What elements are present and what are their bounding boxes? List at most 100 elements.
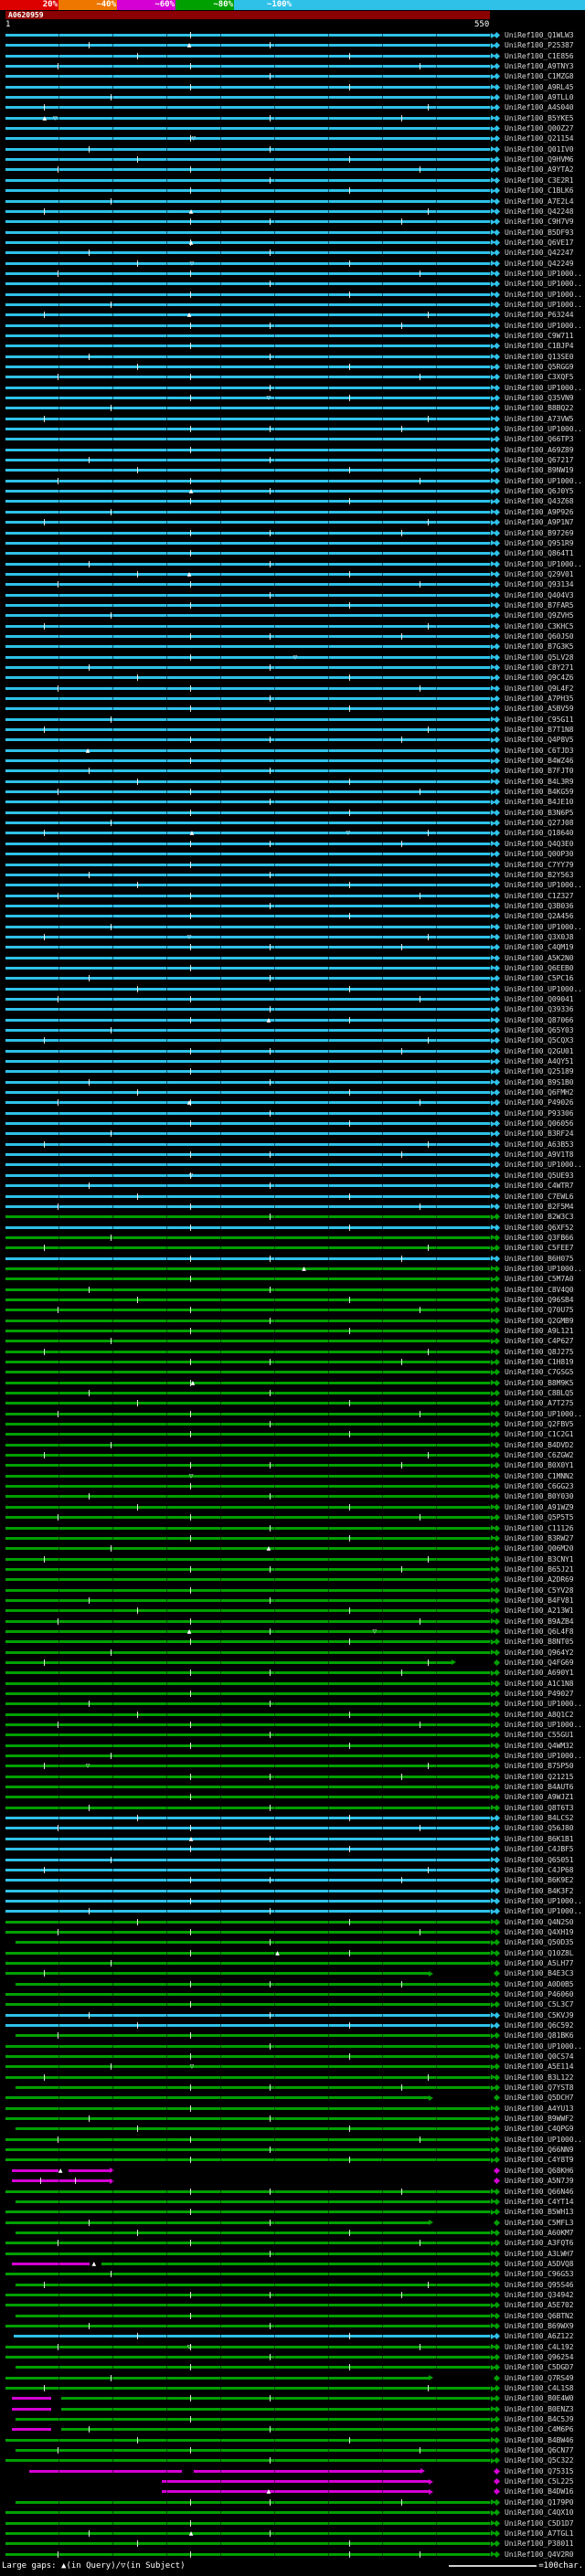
alignment-segment[interactable] [5,1817,491,1819]
hit-label[interactable]: UniRef100_Q50D35 [505,1937,573,1947]
alignment-segment[interactable] [5,843,491,845]
hit-label[interactable]: UniRef100_Q2GMB9 [505,1316,573,1326]
hit-row[interactable]: ▲▽ UniRef100_Q6L4F8 [0,1627,585,1637]
hit-row[interactable]: UniRef100_A9P926 [0,507,585,517]
hit-label[interactable]: UniRef100_A9P926 [505,507,573,517]
alignment-segment[interactable] [5,1485,491,1488]
hit-label[interactable]: UniRef100_B3CNY1 [505,1554,573,1564]
hit-row[interactable]: UniRef100_B4JE10 [0,797,585,807]
hit-row[interactable]: UniRef100_A3LWH7 [0,2249,585,2259]
hit-row[interactable]: UniRef100_Q66N46 [0,2187,585,2197]
hit-row[interactable]: UniRef100_Q4WM32 [0,1741,585,1751]
hit-label[interactable]: UniRef100_P49026 [505,1097,573,1108]
hit-label[interactable]: UniRef100_A8Q1C2 [505,1710,573,1720]
hit-row[interactable]: UniRef100_Q75315 [0,2466,585,2476]
hit-label[interactable]: UniRef100_C6TJD3 [505,746,573,756]
hit-label[interactable]: UniRef100_Q68KH6 [505,2166,573,2176]
hit-label[interactable]: UniRef100_P46060 [505,1989,573,1999]
hit-label[interactable]: UniRef100_C1BLK6 [505,186,573,196]
alignment-segment[interactable] [5,1309,491,1311]
hit-row[interactable]: UniRef100_A7T275 [0,1398,585,1408]
alignment-segment[interactable] [5,645,491,648]
hit-row[interactable]: UniRef100_C4Y8T9 [0,2155,585,2165]
hit-row[interactable]: UniRef100_Q8T6T3 [0,1803,585,1813]
hit-label[interactable]: UniRef100_A63B53 [505,1140,573,1150]
hit-row[interactable]: UniRef100_C5L3C7 [0,1999,585,2009]
hit-label[interactable]: UniRef100_Q9ZVH5 [505,610,573,620]
hit-label[interactable]: UniRef100_Q5UE93 [505,1171,573,1181]
alignment-segment[interactable] [5,210,491,213]
hit-row[interactable]: UniRef100_A73VW5 [0,414,585,424]
hit-row[interactable]: UniRef100_C3KHC5 [0,621,585,631]
hit-row[interactable]: UniRef100_UP1000.. [0,269,585,279]
hit-label[interactable]: UniRef100_B2W3C3 [505,1212,573,1222]
hit-label[interactable]: UniRef100_B0X0Y1 [505,1460,573,1470]
alignment-segment[interactable] [5,1620,491,1623]
alignment-segment[interactable] [5,936,491,938]
alignment-segment[interactable] [5,459,491,461]
alignment-segment[interactable] [5,2542,491,2545]
alignment-segment[interactable] [5,2532,491,2535]
hit-label[interactable]: UniRef100_B7FJT0 [505,766,573,776]
alignment-segment[interactable] [5,1661,452,1664]
hit-label[interactable]: UniRef100_UP1000.. [505,424,582,434]
hit-label[interactable]: UniRef100_C5D1D7 [505,2518,573,2528]
alignment-segment[interactable] [5,1796,491,1798]
alignment-segment[interactable] [5,1859,491,1861]
alignment-segment[interactable] [5,1351,491,1353]
hit-label[interactable]: UniRef100_B6K9E2 [505,1875,573,1885]
alignment-segment[interactable] [5,366,491,368]
alignment-segment[interactable] [5,1516,491,1519]
alignment-segment[interactable] [29,2470,182,2473]
hit-label[interactable]: UniRef100_Q2A456 [505,911,573,921]
hit-row[interactable]: UniRef100_C4QPG9 [0,2124,585,2134]
alignment-segment[interactable] [5,2511,491,2514]
hit-row[interactable]: UniRef100_UP1000.. [0,559,585,569]
hit-row[interactable]: UniRef100_Q42247 [0,248,585,258]
hit-row[interactable]: ▲ UniRef100_Q29V01 [0,569,585,579]
hit-label[interactable]: UniRef100_C3XQF5 [505,372,573,382]
hit-row[interactable]: UniRef100_A5E702 [0,2300,585,2310]
hit-row[interactable]: UniRef100_C1BJP4 [0,341,585,351]
alignment-segment[interactable] [162,2490,430,2493]
alignment-segment[interactable] [5,2522,491,2525]
hit-label[interactable]: UniRef100_Q66NN9 [505,2145,573,2155]
hit-label[interactable]: UniRef100_Q00Z27 [505,123,573,133]
alignment-segment[interactable] [5,2273,491,2275]
hit-row[interactable]: UniRef100_Q67217 [0,455,585,465]
alignment-segment[interactable] [5,552,491,555]
hit-label[interactable]: UniRef100_P93306 [505,1108,573,1118]
hit-label[interactable]: UniRef100_Q93134 [505,579,573,589]
hit-label[interactable]: UniRef100_A9P1N7 [505,517,573,527]
alignment-segment[interactable] [5,1776,491,1778]
alignment-segment[interactable] [5,2387,491,2390]
hit-row[interactable]: UniRef100_C8BLQ5 [0,1388,585,1398]
alignment-segment[interactable] [5,521,491,524]
hit-label[interactable]: UniRef100_Q6L4F8 [505,1627,573,1637]
hit-label[interactable]: UniRef100_C7GSG5 [505,1367,573,1377]
alignment-segment[interactable] [5,355,491,358]
alignment-segment[interactable] [5,231,491,234]
hit-row[interactable]: UniRef100_Q7RS49 [0,2373,585,2383]
hit-row[interactable]: UniRef100_C5DGD7 [0,2362,585,2372]
alignment-segment[interactable] [101,2263,491,2265]
hit-row[interactable]: UniRef100_A9TLL0 [0,92,585,102]
hit-label[interactable]: UniRef100_B4DW16 [505,2486,573,2496]
alignment-segment[interactable] [5,853,491,855]
hit-row[interactable]: UniRef100_C1Z327 [0,891,585,901]
hit-row[interactable]: UniRef100_B69WX9 [0,2321,585,2331]
alignment-segment[interactable] [61,2428,491,2431]
alignment-segment[interactable] [12,2428,51,2431]
alignment-segment[interactable] [5,1008,491,1011]
hit-label[interactable]: UniRef100_A7TGL1 [505,2528,573,2539]
alignment-segment[interactable] [5,200,491,203]
hit-label[interactable]: UniRef100_Q21154 [505,133,573,143]
alignment-segment[interactable] [5,1589,491,1592]
hit-row[interactable]: UniRef100_A4QY51 [0,1056,585,1066]
hit-label[interactable]: UniRef100_C3KHC5 [505,621,573,631]
alignment-segment[interactable] [5,2138,491,2141]
hit-label[interactable]: UniRef100_Q4N2S0 [505,1917,573,1927]
hit-row[interactable]: UniRef100_C5MFL3 [0,2218,585,2228]
hit-label[interactable]: UniRef100_C11126 [505,1523,573,1533]
hit-row[interactable]: UniRef100_Q81BK6 [0,2030,585,2041]
